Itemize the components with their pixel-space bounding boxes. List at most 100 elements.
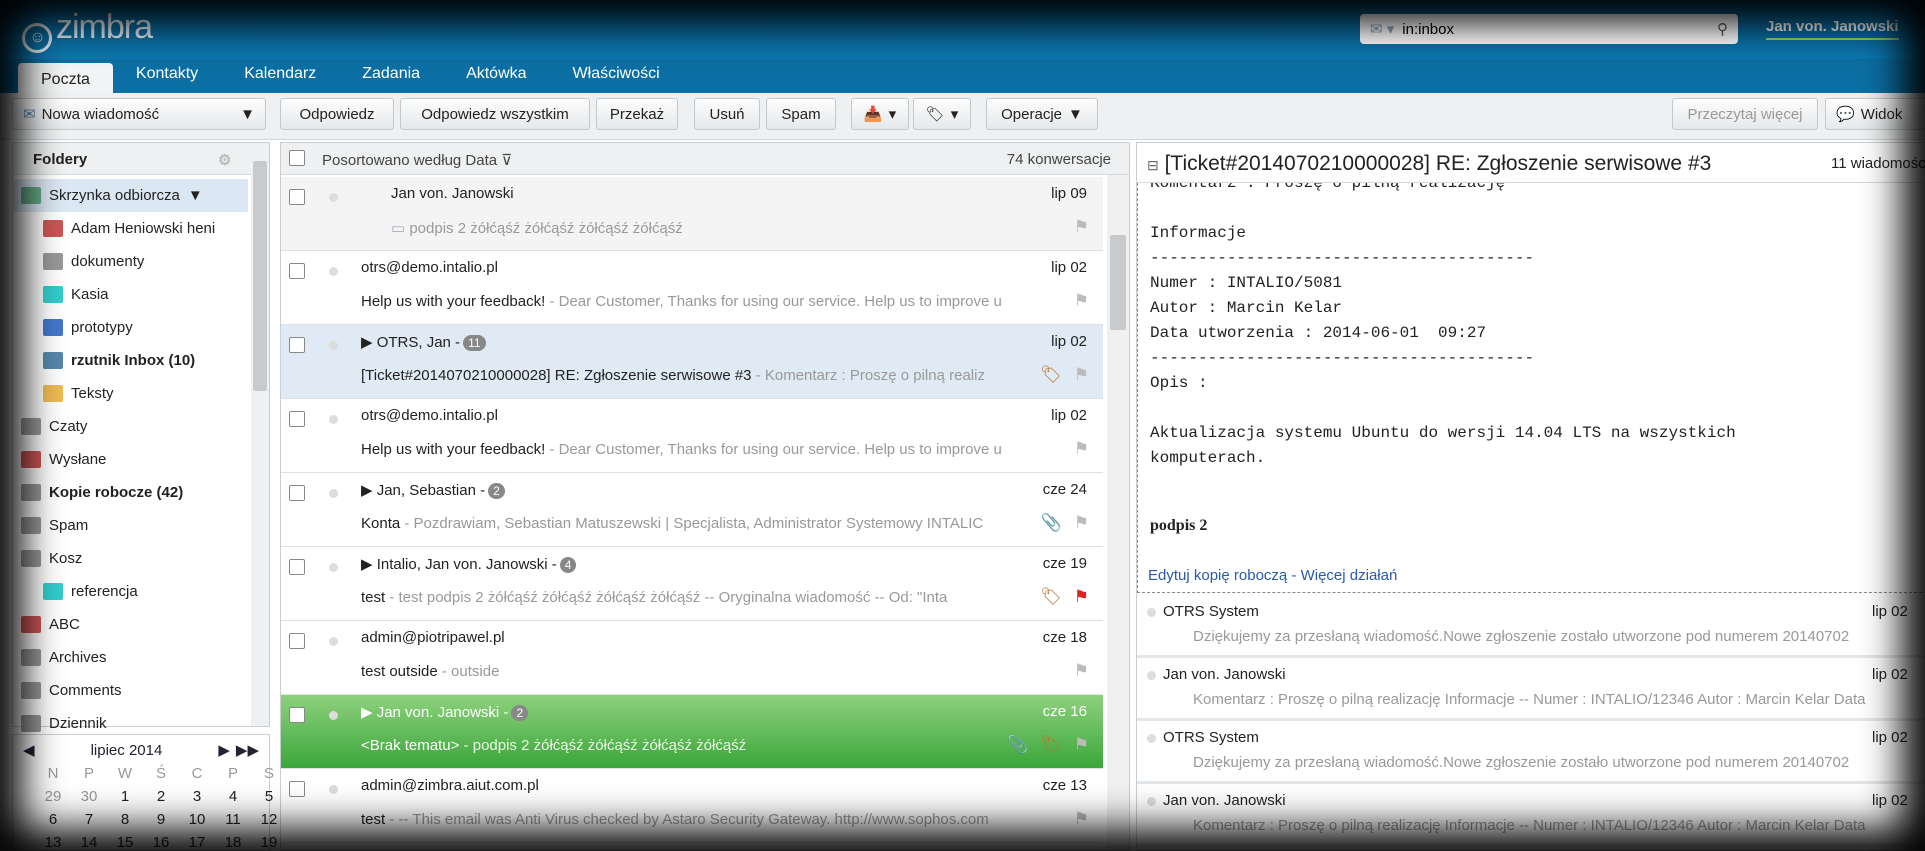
unread-dot[interactable] [1147, 734, 1156, 743]
tab-preferences[interactable]: Właściwości [550, 59, 683, 93]
message-row[interactable]: admin@piotripawel.pl cze 18 test outside… [281, 621, 1103, 695]
calendar-day[interactable]: 7 [71, 811, 107, 828]
folder-scrollbar[interactable] [251, 143, 269, 726]
list-scrollbar[interactable] [1107, 175, 1129, 850]
calendar-day[interactable]: 17 [179, 834, 215, 851]
tab-contacts[interactable]: Kontakty [113, 59, 221, 93]
calendar-day[interactable]: 8 [107, 811, 143, 828]
folder-item[interactable]: Comments [13, 674, 248, 707]
calendar-day[interactable]: 11 [215, 811, 251, 828]
tab-briefcase[interactable]: Aktówka [443, 59, 549, 93]
folder-item[interactable]: Kopie robocze (42) [13, 476, 248, 509]
row-checkbox[interactable] [289, 337, 305, 353]
unread-dot[interactable] [329, 563, 338, 572]
expand-arrow-icon[interactable]: ▶ [361, 482, 377, 499]
tab-calendar[interactable]: Kalendarz [221, 59, 339, 93]
new-message-button[interactable]: ✉ Nowa wiadomość ▼ [12, 98, 266, 130]
tab-tasks[interactable]: Zadania [339, 59, 443, 93]
mail-icon[interactable]: ✉ ▾ [1370, 20, 1394, 38]
unread-dot[interactable] [329, 785, 338, 794]
unread-dot[interactable] [329, 489, 338, 498]
message-row[interactable]: ▶ Intalio, Jan von. Janowski -4 cze 19 t… [281, 547, 1103, 621]
chevron-down-icon[interactable]: ▼ [240, 106, 255, 123]
row-checkbox[interactable] [289, 559, 305, 575]
flag-icon[interactable]: ⚑ [1074, 661, 1089, 681]
edit-draft-link[interactable]: Edytuj kopię roboczą [1148, 567, 1287, 584]
conversation-message[interactable]: Jan von. Janowski lip 02 Komentarz : Prosz… [1137, 661, 1925, 721]
calendar-day[interactable]: 9 [143, 811, 179, 828]
calendar-day[interactable]: 18 [215, 834, 251, 851]
folder-item[interactable]: Teksty [13, 377, 248, 410]
forward-button[interactable]: Przekaż [596, 98, 678, 130]
sort-label[interactable]: Posortowano według Data ⊽ [322, 151, 512, 169]
calendar-day[interactable]: 10 [179, 811, 215, 828]
next-month-icon[interactable]: ▶ [218, 741, 230, 759]
unread-dot[interactable] [1147, 608, 1156, 617]
expand-arrow-icon[interactable]: ▶ [361, 334, 377, 351]
unread-dot[interactable] [329, 711, 338, 720]
unread-dot[interactable] [1147, 797, 1156, 806]
actions-button[interactable]: Operacje ▼ [986, 98, 1098, 130]
tag-icon[interactable]: 🏷 [1040, 587, 1062, 607]
flag-icon[interactable]: ⚑ [1074, 217, 1089, 237]
folder-item[interactable]: Wysłane [13, 443, 248, 476]
calendar-day[interactable]: 1 [107, 788, 143, 805]
calendar-day[interactable]: 13 [35, 834, 71, 851]
next-year-icon[interactable]: ▶▶ [236, 741, 259, 759]
message-row[interactable]: otrs@demo.intalio.pl lip 02 Help us with… [281, 251, 1103, 325]
calendar-day[interactable]: 3 [179, 788, 215, 805]
expand-arrow-icon[interactable]: ▶ [361, 556, 377, 573]
flag-icon[interactable]: ⚑ [1074, 587, 1089, 607]
folder-item[interactable]: ABC [13, 608, 248, 641]
flag-icon[interactable]: ⚑ [1074, 513, 1089, 533]
folder-item[interactable]: Kasia [13, 278, 248, 311]
conversation-message[interactable]: OTRS System lip 02 Dziękujemy za przesłaną… [1137, 598, 1925, 658]
select-all-checkbox[interactable] [289, 150, 305, 166]
row-checkbox[interactable] [289, 189, 305, 205]
conversation-message[interactable]: OTRS System lip 02 Dziękujemy za przesłaną… [1137, 724, 1925, 784]
row-checkbox[interactable] [289, 411, 305, 427]
message-row[interactable]: otrs@demo.intalio.pl lip 02 Help us with… [281, 399, 1103, 473]
flag-icon[interactable]: ⚑ [1074, 291, 1089, 311]
unread-dot[interactable] [329, 267, 338, 276]
flag-icon[interactable]: ⚑ [1074, 735, 1089, 755]
expand-arrow-icon[interactable]: ▶ [361, 704, 377, 721]
conversation-message[interactable]: Jan von. Janowski lip 02 Komentarz : Prosz… [1137, 787, 1925, 847]
flag-icon[interactable]: ⚑ [1074, 439, 1089, 459]
calendar-day[interactable]: 14 [71, 834, 107, 851]
reply-button[interactable]: Odpowiedz [280, 98, 394, 130]
folder-item[interactable]: Adam Heniowski heni [13, 212, 248, 245]
folder-item[interactable]: rzutnik Inbox (10) [13, 344, 248, 377]
prev-month-icon[interactable]: ◀ [23, 741, 35, 759]
row-checkbox[interactable] [289, 485, 305, 501]
message-row[interactable]: ▶ Jan von. Janowski -2 cze 16 <Brak tema… [281, 695, 1103, 769]
delete-button[interactable]: Usuń [694, 98, 760, 130]
message-row[interactable]: ▶ Jan, Sebastian -2 cze 24 Konta - Pozdr… [281, 473, 1103, 547]
unread-dot[interactable] [329, 637, 338, 646]
calendar-day[interactable]: 30 [71, 788, 107, 805]
folder-item[interactable]: Archives [13, 641, 248, 674]
move-button[interactable]: 📥 ▾ [851, 98, 909, 130]
tag-button[interactable]: 🏷 ▾ [913, 98, 971, 130]
search-icon[interactable]: ⚲ [1717, 20, 1728, 38]
read-more-button[interactable]: Przeczytaj więcej [1672, 98, 1818, 130]
tag-icon[interactable]: 🏷 [1040, 365, 1062, 385]
view-button[interactable]: 💬 Widok [1825, 98, 1925, 130]
unread-dot[interactable] [1147, 671, 1156, 680]
folder-item[interactable]: dokumenty [13, 245, 248, 278]
tab-mail[interactable]: Poczta [18, 63, 113, 93]
folder-item[interactable]: referencja [13, 575, 248, 608]
message-row[interactable]: ▶ OTRS, Jan -11 lip 02 [Ticket#201407021… [281, 325, 1103, 399]
calendar-day[interactable]: 29 [35, 788, 71, 805]
calendar-day[interactable]: 6 [35, 811, 71, 828]
row-checkbox[interactable] [289, 781, 305, 797]
spam-button[interactable]: Spam [766, 98, 836, 130]
message-row[interactable]: admin@zimbra.aiut.com.pl cze 13 test - -… [281, 769, 1103, 843]
user-menu[interactable]: Jan von. Janowski [1766, 18, 1899, 40]
collapse-icon[interactable]: ⊟ [1147, 157, 1159, 173]
flag-icon[interactable]: ⚑ [1074, 365, 1089, 385]
row-checkbox[interactable] [289, 707, 305, 723]
folder-item[interactable]: prototypy [13, 311, 248, 344]
more-actions-link[interactable]: Więcej działań [1301, 567, 1398, 584]
calendar-day[interactable]: 4 [215, 788, 251, 805]
